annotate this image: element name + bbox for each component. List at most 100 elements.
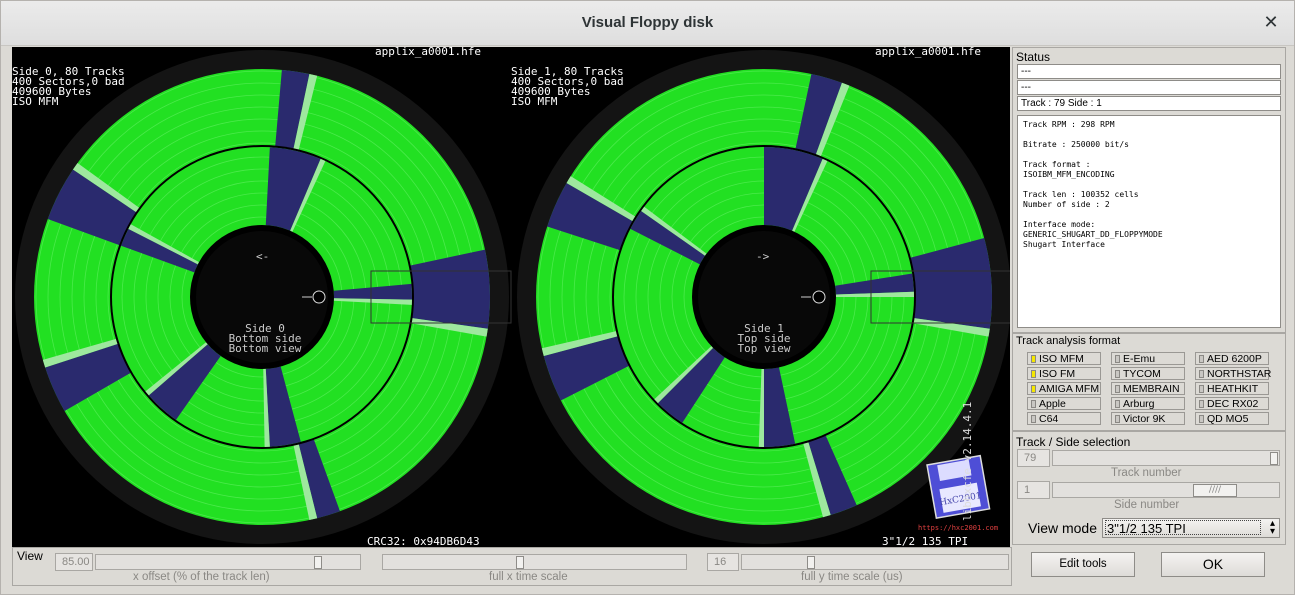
visual-floppy-window: Visual Floppy disk ✕ HxC2001 Side 0, 80 …: [0, 0, 1295, 595]
select-arrows-icon: ▴ ▾: [1269, 518, 1275, 537]
track-details-box[interactable]: Track RPM : 298 RPM Bitrate : 250000 bit…: [1017, 115, 1281, 328]
toggle-led-icon: [1115, 385, 1120, 393]
view-panel: View 85.00 x offset (% of the track len)…: [12, 547, 1012, 586]
toggle-led-icon: [1115, 370, 1120, 378]
format-toggle-label: Apple: [1039, 398, 1066, 410]
toggle-led-icon: [1115, 355, 1120, 363]
toggle-led-icon: [1031, 355, 1036, 363]
x-scale-knob[interactable]: [516, 556, 524, 569]
format-toggle-label: C64: [1039, 413, 1059, 425]
toggle-led-icon: [1031, 415, 1036, 423]
format-toggle-label: ISO FM: [1039, 368, 1076, 380]
track-side-field[interactable]: Track : 79 Side : 1: [1017, 96, 1281, 111]
view-mode-value: 3"1/2 135 TPI: [1105, 520, 1261, 536]
toggle-led-icon: [1199, 400, 1204, 408]
side0-arrow: <-: [256, 250, 270, 263]
view-mode-label: View mode: [1028, 520, 1098, 536]
y-scale-field[interactable]: 16: [707, 553, 739, 571]
close-icon[interactable]: ✕: [1262, 14, 1280, 32]
format-toggle-membrain[interactable]: MEMBRAIN: [1111, 382, 1185, 395]
side-slider-knob[interactable]: ////: [1193, 484, 1237, 497]
format-toggle-label: ISO MFM: [1039, 353, 1084, 365]
format-label: 3"1/2 135 TPI: [882, 535, 969, 547]
y-scale-slider[interactable]: [741, 554, 1009, 570]
side-number-label: Side number: [1114, 499, 1180, 511]
side1-center-label: Side 1 Top side Top view: [737, 322, 791, 355]
edit-tools-button[interactable]: Edit tools: [1031, 552, 1135, 577]
x-offset-knob[interactable]: [314, 556, 322, 569]
analysis-format-label: Track analysis format: [1016, 335, 1121, 347]
format-toggle-label: DEC RX02: [1207, 398, 1259, 410]
toggle-led-icon: [1115, 415, 1120, 423]
x-offset-slider[interactable]: [95, 554, 361, 570]
x-scale-slider[interactable]: [382, 554, 687, 570]
format-toggle-label: E-Emu: [1123, 353, 1156, 365]
version-label: libhxcfe v2.14.4.1: [961, 401, 974, 521]
status-panel: Status --- --- Track : 79 Side : 1 Track…: [1012, 47, 1286, 333]
toggle-led-icon: [1199, 370, 1204, 378]
actions-area: Edit tools OK: [1012, 547, 1284, 584]
toggle-led-icon: [1031, 370, 1036, 378]
format-toggle-tycom[interactable]: TYCOM: [1111, 367, 1185, 380]
toggle-led-icon: [1199, 355, 1204, 363]
x-offset-field[interactable]: 85.00: [55, 553, 93, 571]
format-toggle-qd-mo5[interactable]: QD MO5: [1195, 412, 1269, 425]
x-offset-label: x offset (% of the track len): [133, 571, 270, 583]
toggle-led-icon: [1199, 385, 1204, 393]
track-number-label: Track number: [1111, 467, 1182, 479]
format-toggle-dec-rx02[interactable]: DEC RX02: [1195, 397, 1269, 410]
format-toggle-iso-mfm[interactable]: ISO MFM: [1027, 352, 1101, 365]
track-side-label: Track / Side selection: [1016, 435, 1131, 449]
format-toggle-victor-9k[interactable]: Victor 9K: [1111, 412, 1185, 425]
url-label: https://hxc2001.com: [918, 524, 999, 532]
status-line-2[interactable]: ---: [1017, 80, 1281, 95]
format-toggle-heathkit[interactable]: HEATHKIT: [1195, 382, 1269, 395]
track-number-field[interactable]: 79: [1017, 449, 1050, 467]
format-toggle-label: Arburg: [1123, 398, 1155, 410]
format-toggle-northstar[interactable]: NORTHSTAR: [1195, 367, 1272, 380]
ok-button[interactable]: OK: [1161, 552, 1265, 577]
format-toggle-amiga-mfm[interactable]: AMIGA MFM: [1027, 382, 1101, 395]
format-toggle-label: TYCOM: [1123, 368, 1161, 380]
view-label: View: [17, 549, 43, 563]
x-scale-label: full x time scale: [489, 571, 568, 583]
side0-center-label: Side 0 Bottom side Bottom view: [228, 322, 302, 355]
toggle-led-icon: [1031, 400, 1036, 408]
status-label: Status: [1016, 50, 1051, 64]
side1-arrow: ->: [756, 250, 770, 263]
format-toggle-label: HEATHKIT: [1207, 383, 1259, 395]
format-toggle-label: MEMBRAIN: [1123, 383, 1180, 395]
track-number-slider[interactable]: [1052, 450, 1280, 466]
format-toggle-e-emu[interactable]: E-Emu: [1111, 352, 1185, 365]
track-side-panel: Track / Side selection 79 Track number 1…: [1012, 431, 1286, 545]
analysis-format-panel: Track analysis format ISO MFM E-Emu AED 62…: [1012, 333, 1286, 431]
side1-filename: applix_a0001.hfe: [875, 47, 981, 58]
side0-info: Side 0, 80 Tracks 400 Sectors,0 bad 409600…: [12, 65, 125, 108]
title-bar: Visual Floppy disk ✕: [1, 1, 1294, 46]
y-scale-knob[interactable]: [807, 556, 815, 569]
window-title: Visual Floppy disk: [581, 14, 714, 31]
format-toggle-apple[interactable]: Apple: [1027, 397, 1101, 410]
status-line-1[interactable]: ---: [1017, 64, 1281, 79]
format-toggle-iso-fm[interactable]: ISO FM: [1027, 367, 1101, 380]
format-toggle-label: QD MO5: [1207, 413, 1249, 425]
view-mode-select[interactable]: 3"1/2 135 TPI ▴ ▾: [1102, 518, 1280, 538]
format-toggle-arburg[interactable]: Arburg: [1111, 397, 1185, 410]
format-toggle-label: NORTHSTAR: [1207, 368, 1272, 380]
crc-label: CRC32: 0x94DB6D43: [367, 535, 480, 547]
y-scale-label: full y time scale (us): [801, 571, 903, 583]
side1-info: Side 1, 80 Tracks 400 Sectors,0 bad 409600…: [511, 65, 624, 108]
track-slider-knob[interactable]: [1270, 452, 1278, 465]
format-toggle-label: Victor 9K: [1123, 413, 1166, 425]
disk-view-canvas[interactable]: HxC2001 Side 0, 80 Tracks 400 Sectors,0 b…: [12, 47, 1010, 547]
toggle-led-icon: [1115, 400, 1120, 408]
format-toggle-label: AMIGA MFM: [1039, 383, 1100, 395]
side-number-slider[interactable]: ////: [1052, 482, 1280, 498]
format-toggle-label: AED 6200P: [1207, 353, 1262, 365]
toggle-led-icon: [1199, 415, 1204, 423]
toggle-led-icon: [1031, 385, 1036, 393]
format-toggle-c64[interactable]: C64: [1027, 412, 1101, 425]
format-toggle-aed-6200p[interactable]: AED 6200P: [1195, 352, 1269, 365]
side0-filename: applix_a0001.hfe: [375, 47, 481, 58]
side-number-field[interactable]: 1: [1017, 481, 1050, 499]
